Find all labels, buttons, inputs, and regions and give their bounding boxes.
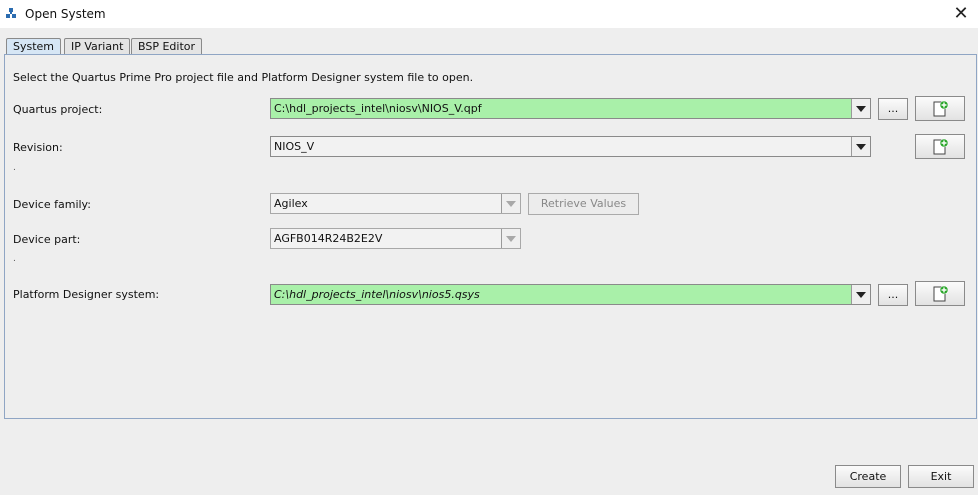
platform-designer-value: C:\hdl_projects_intel\niosv\nios5.qsys: [274, 288, 480, 301]
platform-designer-label: Platform Designer system:: [13, 288, 160, 301]
new-system-button[interactable]: [915, 281, 965, 306]
revision-value: NIOS_V: [274, 140, 315, 153]
create-button[interactable]: Create: [835, 465, 901, 488]
new-file-icon: [933, 285, 949, 302]
instruction-text: Select the Quartus Prime Pro project fil…: [13, 71, 474, 84]
new-file-icon: [933, 138, 949, 155]
device-part-combo[interactable]: AGFB014R24B2E2V: [270, 228, 521, 249]
platform-designer-browse-button[interactable]: ...: [878, 284, 908, 306]
quartus-project-combo[interactable]: C:\hdl_projects_intel\niosv\NIOS_V.qpf: [270, 98, 871, 119]
exit-button[interactable]: Exit: [908, 465, 974, 488]
new-file-icon: [933, 100, 949, 117]
tab-system[interactable]: System: [6, 38, 62, 55]
retrieve-values-button[interactable]: Retrieve Values: [528, 193, 639, 215]
quartus-project-value: C:\hdl_projects_intel\niosv\NIOS_V.qpf: [274, 102, 482, 115]
new-project-button[interactable]: [915, 96, 965, 121]
device-family-combo[interactable]: Agilex: [270, 193, 521, 214]
revision-combo[interactable]: NIOS_V: [270, 136, 871, 157]
device-part-value: AGFB014R24B2E2V: [274, 232, 383, 245]
window-title: Open System: [25, 7, 106, 21]
chevron-down-icon[interactable]: [851, 137, 870, 156]
platform-designer-combo[interactable]: C:\hdl_projects_intel\niosv\nios5.qsys: [270, 284, 871, 305]
separator-text: .: [13, 254, 16, 264]
chevron-down-icon: [501, 194, 520, 213]
chevron-down-icon: [501, 229, 520, 248]
app-icon: [6, 8, 16, 18]
device-family-value: Agilex: [274, 197, 308, 210]
title-bar: Open System ✕: [0, 0, 978, 28]
revision-label: Revision:: [13, 141, 63, 154]
chevron-down-icon[interactable]: [851, 285, 870, 304]
device-part-label: Device part:: [13, 233, 81, 246]
device-family-label: Device family:: [13, 198, 91, 211]
chevron-down-icon[interactable]: [851, 99, 870, 118]
quartus-browse-button[interactable]: ...: [878, 98, 908, 120]
quartus-project-label: Quartus project:: [13, 103, 103, 116]
new-revision-button[interactable]: [915, 134, 965, 159]
close-icon[interactable]: ✕: [950, 3, 972, 25]
separator-text: .: [13, 163, 16, 173]
tab-bsp-editor[interactable]: BSP Editor: [131, 38, 203, 55]
tab-ip-variant[interactable]: IP Variant: [64, 38, 131, 55]
